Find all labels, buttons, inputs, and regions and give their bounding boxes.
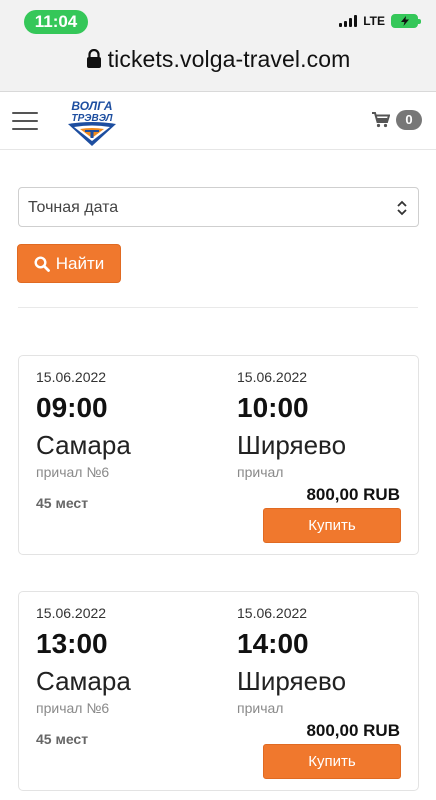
date-filter-value: Точная дата — [28, 199, 119, 216]
arrival-time: 14:00 — [237, 628, 309, 659]
buy-button[interactable]: Купить — [263, 508, 401, 543]
cart-count-badge: 0 — [396, 110, 422, 130]
search-button[interactable]: Найти — [17, 244, 121, 283]
arrival-city: Ширяево — [237, 666, 347, 696]
trip-card: 15.06.2022 09:00 Самара причал №6 15.06.… — [18, 355, 419, 555]
volga-travel-logo[interactable]: ВОЛГА ТРЭВЭЛ — [64, 96, 120, 148]
departure-time: 13:00 — [36, 628, 108, 659]
cart-icon — [372, 112, 390, 128]
arrival-time: 10:00 — [237, 392, 309, 423]
signal-icon — [339, 15, 358, 27]
status-indicators: LTE — [339, 14, 421, 28]
arrival-pier: причал — [237, 700, 284, 716]
buy-button[interactable]: Купить — [263, 744, 401, 779]
url-text: tickets.volga-travel.com — [107, 45, 351, 72]
departure-date: 15.06.2022 — [36, 605, 107, 621]
svg-text:ВОЛГА: ВОЛГА — [71, 99, 112, 113]
ticket-price: 800,00 RUB — [306, 721, 400, 740]
search-icon — [34, 255, 50, 272]
date-filter-select[interactable]: Точная дата — [18, 187, 419, 227]
departure-city: Самара — [36, 430, 131, 460]
ticket-price: 800,00 RUB — [306, 485, 400, 504]
seats-available: 45 мест — [36, 495, 89, 511]
browser-top-bar: 11:04 LTE tickets.volga-travel.com — [0, 0, 436, 92]
departure-city: Самара — [36, 666, 131, 696]
trip-card: 15.06.2022 13:00 Самара причал №6 15.06.… — [18, 591, 419, 791]
arrival-pier: причал — [237, 464, 284, 480]
site-header: ВОЛГА ТРЭВЭЛ 0 — [0, 92, 436, 150]
battery-charging-icon — [391, 14, 421, 28]
departure-pier: причал №6 — [36, 464, 110, 480]
seats-available: 45 мест — [36, 731, 89, 747]
cart-button[interactable]: 0 — [372, 110, 422, 130]
departure-pier: причал №6 — [36, 700, 110, 716]
hamburger-icon[interactable] — [12, 112, 38, 132]
departure-time: 09:00 — [36, 392, 108, 423]
address-bar[interactable]: tickets.volga-travel.com — [0, 42, 436, 76]
arrival-city: Ширяево — [237, 430, 347, 460]
arrival-date: 15.06.2022 — [237, 369, 308, 385]
select-arrows-icon — [397, 200, 407, 216]
status-time: 11:04 — [24, 10, 88, 34]
arrival-date: 15.06.2022 — [237, 605, 308, 621]
lock-icon — [86, 49, 101, 68]
departure-date: 15.06.2022 — [36, 369, 107, 385]
search-button-label: Найти — [55, 253, 105, 273]
divider — [18, 307, 418, 308]
network-type: LTE — [363, 14, 385, 28]
